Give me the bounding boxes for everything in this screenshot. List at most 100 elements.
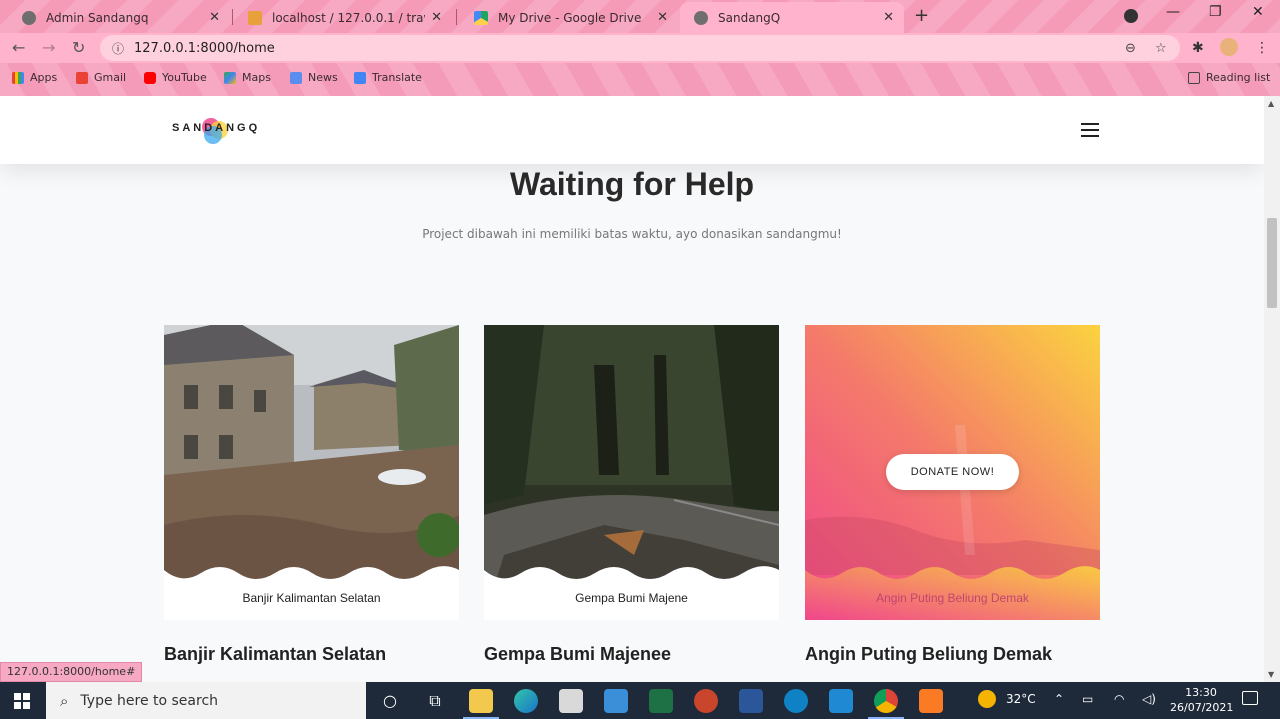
windows-start-icon[interactable] bbox=[14, 693, 30, 709]
close-tab-icon[interactable]: ✕ bbox=[657, 10, 668, 25]
phpmyadmin-icon bbox=[248, 10, 262, 25]
back-arrow-icon[interactable]: ← bbox=[12, 38, 25, 57]
web-page: SANDANGQ Waiting for Help Project dibawa… bbox=[0, 96, 1264, 682]
project-title[interactable]: Angin Puting Beliung Demak bbox=[805, 644, 1052, 665]
search-icon: ⌕ bbox=[60, 691, 69, 710]
scrollbar-thumb[interactable] bbox=[1267, 218, 1277, 308]
tab-title: localhost / 127.0.0.1 / travelingku bbox=[272, 10, 425, 25]
forward-arrow-icon[interactable]: → bbox=[42, 38, 55, 57]
volume-icon[interactable]: ◁) bbox=[1142, 692, 1156, 706]
mail-icon[interactable] bbox=[604, 689, 628, 713]
project-title[interactable]: Gempa Bumi Majenee bbox=[484, 644, 671, 665]
bookmark-label: Gmail bbox=[94, 71, 127, 84]
bookmarks-bar: Apps Gmail YouTube Maps News Translate R… bbox=[0, 63, 1280, 96]
bookmark-label: News bbox=[308, 71, 338, 84]
bookmark-label: Maps bbox=[242, 71, 271, 84]
bookmark-apps[interactable]: Apps bbox=[12, 71, 57, 84]
clock-time: 13:30 bbox=[1185, 686, 1217, 699]
reading-list-label: Reading list bbox=[1206, 71, 1271, 84]
scroll-up-arrow-icon[interactable]: ▲ bbox=[1268, 99, 1274, 108]
search-placeholder: Type here to search bbox=[80, 692, 219, 709]
reading-list-icon bbox=[1188, 71, 1200, 84]
tab-title: My Drive - Google Drive bbox=[498, 10, 642, 25]
link-status-bar: 127.0.0.1:8000/home# bbox=[0, 662, 143, 682]
donate-now-button[interactable]: DONATE NOW! bbox=[886, 454, 1019, 490]
bookmark-news[interactable]: News bbox=[290, 71, 338, 84]
weather-sun-icon[interactable] bbox=[978, 690, 996, 708]
chrome-menu-icon[interactable]: ⋮ bbox=[1255, 40, 1269, 56]
tab-admin-sandangq[interactable]: Admin Sandangq ✕ bbox=[8, 2, 230, 33]
project-card-banjir[interactable]: Banjir Kalimantan Selatan bbox=[164, 325, 459, 620]
new-tab-button[interactable]: + bbox=[914, 5, 929, 26]
hamburger-menu-icon[interactable] bbox=[1081, 123, 1099, 137]
bookmark-translate[interactable]: Translate bbox=[354, 71, 422, 84]
gmail-icon bbox=[76, 71, 88, 84]
bookmark-maps[interactable]: Maps bbox=[224, 71, 271, 84]
weather-temperature[interactable]: 32°C bbox=[1006, 692, 1036, 706]
powerpoint-icon[interactable] bbox=[694, 689, 718, 713]
site-header: SANDANGQ bbox=[0, 96, 1264, 164]
tab-title: SandangQ bbox=[718, 10, 781, 25]
minimize-button[interactable]: — bbox=[1166, 4, 1180, 20]
browser-toolbar: ← → ↻ ⓘ 127.0.0.1:8000/home ⊖ ☆ ✱ ⋮ bbox=[0, 33, 1280, 63]
taskbar-search-box[interactable]: ⌕ Type here to search bbox=[46, 682, 366, 719]
windows-taskbar: ⌕ Type here to search ○ ⧉ 32°C ⌃ ▭ ◠ ◁) … bbox=[0, 682, 1280, 719]
xampp-icon[interactable] bbox=[919, 689, 943, 713]
cortana-icon[interactable]: ○ bbox=[378, 689, 402, 713]
project-card-angin[interactable]: DONATE NOW! Angin Puting Beliung Demak bbox=[805, 325, 1100, 620]
tab-localhost-phpmyadmin[interactable]: localhost / 127.0.0.1 / travelingku ✕ bbox=[234, 2, 452, 33]
profile-avatar[interactable] bbox=[1220, 38, 1238, 56]
battery-icon[interactable]: ▭ bbox=[1082, 692, 1093, 706]
word-icon[interactable] bbox=[739, 689, 763, 713]
wifi-icon[interactable]: ◠ bbox=[1114, 692, 1124, 706]
excel-icon[interactable] bbox=[649, 689, 673, 713]
reload-icon[interactable]: ↻ bbox=[72, 38, 85, 57]
chrome-icon[interactable] bbox=[874, 689, 898, 713]
browser-tab-bar: Admin Sandangq ✕ localhost / 127.0.0.1 /… bbox=[0, 0, 1280, 33]
teamviewer-icon[interactable] bbox=[784, 689, 808, 713]
scroll-down-arrow-icon[interactable]: ▼ bbox=[1268, 670, 1274, 679]
tray-chevron-up-icon[interactable]: ⌃ bbox=[1054, 692, 1064, 706]
google-drive-icon bbox=[474, 10, 488, 25]
bookmark-gmail[interactable]: Gmail bbox=[76, 71, 126, 84]
card-caption: Gempa Bumi Majene bbox=[575, 591, 688, 605]
address-bar[interactable]: ⓘ 127.0.0.1:8000/home bbox=[100, 35, 1180, 61]
vscode-icon[interactable] bbox=[829, 689, 853, 713]
reading-list-button[interactable]: Reading list bbox=[1188, 71, 1270, 84]
edge-browser-icon[interactable] bbox=[514, 689, 538, 713]
site-info-icon[interactable]: ⓘ bbox=[112, 40, 124, 57]
project-card-gempa[interactable]: Gempa Bumi Majene bbox=[484, 325, 779, 620]
card-caption: Angin Puting Beliung Demak bbox=[876, 591, 1029, 605]
section-subtitle: Project dibawah ini memiliki batas waktu… bbox=[422, 227, 842, 241]
close-tab-icon[interactable]: ✕ bbox=[431, 10, 442, 25]
bookmark-youtube[interactable]: YouTube bbox=[144, 71, 207, 84]
system-clock[interactable]: 13:30 26/07/2021 bbox=[1170, 685, 1233, 715]
file-explorer-icon[interactable] bbox=[469, 689, 493, 713]
page-scrollbar[interactable]: ▲ ▼ bbox=[1264, 96, 1280, 682]
extensions-puzzle-icon[interactable]: ✱ bbox=[1192, 40, 1204, 56]
card-caption: Banjir Kalimantan Selatan bbox=[242, 591, 381, 605]
close-window-button[interactable]: ✕ bbox=[1252, 4, 1264, 20]
task-view-icon[interactable]: ⧉ bbox=[423, 689, 447, 713]
bookmark-star-icon[interactable]: ☆ bbox=[1155, 41, 1167, 56]
tab-google-drive[interactable]: My Drive - Google Drive ✕ bbox=[460, 2, 678, 33]
close-tab-icon[interactable]: ✕ bbox=[209, 10, 220, 25]
section-title: Waiting for Help bbox=[509, 166, 755, 202]
tab-sandangq[interactable]: SandangQ ✕ bbox=[680, 2, 904, 33]
notifications-icon[interactable] bbox=[1242, 691, 1258, 705]
bookmark-label: Apps bbox=[30, 71, 58, 84]
microsoft-store-icon[interactable] bbox=[559, 689, 583, 713]
restore-button[interactable]: ❐ bbox=[1209, 4, 1222, 20]
zoom-icon[interactable]: ⊖ bbox=[1125, 41, 1136, 56]
bookmark-label: YouTube bbox=[162, 71, 207, 84]
tab-search-icon[interactable] bbox=[1124, 9, 1138, 23]
close-tab-icon[interactable]: ✕ bbox=[883, 10, 894, 25]
apps-grid-icon bbox=[12, 71, 24, 84]
maps-icon bbox=[224, 71, 236, 84]
globe-icon bbox=[694, 10, 708, 25]
translate-icon bbox=[354, 71, 366, 84]
bookmark-label: Translate bbox=[372, 71, 422, 84]
site-logo[interactable]: SANDANGQ bbox=[172, 122, 260, 134]
project-title[interactable]: Banjir Kalimantan Selatan bbox=[164, 644, 386, 665]
youtube-icon bbox=[144, 71, 156, 84]
